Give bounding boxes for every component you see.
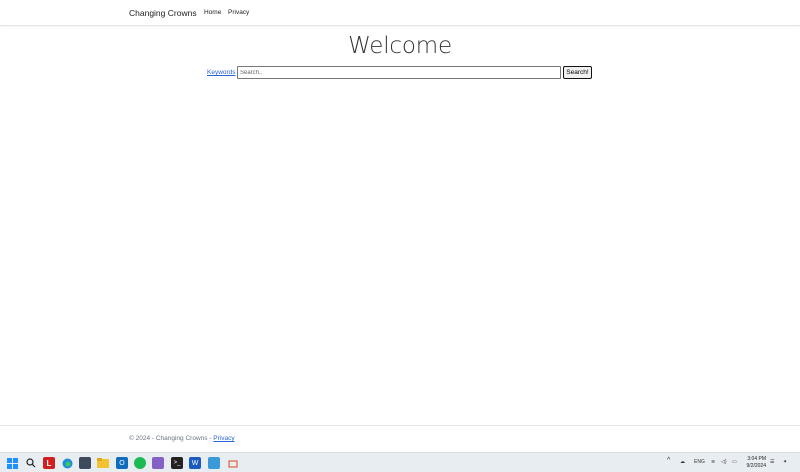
clock-date: 9/2/2024 [746, 463, 766, 469]
volume-icon[interactable]: ◁) [721, 459, 727, 465]
search-icon[interactable] [25, 457, 37, 469]
edge-icon[interactable] [61, 457, 73, 469]
outlook-icon[interactable]: O [116, 457, 128, 469]
battery-icon[interactable]: ▭ [732, 459, 737, 465]
taskbar: L O >_ W ^ ☁ ENG ≋ ◁) ▭ 3:04 PM 9/2/2024… [0, 452, 800, 472]
word-icon[interactable]: W [189, 457, 201, 469]
footer-text: © 2024 - Changing Crowns - Privacy [129, 435, 235, 442]
clock[interactable]: 3:04 PM 9/2/2024 [742, 456, 766, 470]
copilot-icon[interactable]: ✦ [783, 459, 787, 465]
chevron-up-icon[interactable]: ^ [667, 457, 670, 464]
snipping-tool-icon[interactable] [226, 457, 238, 469]
nav-home-link[interactable]: Home [204, 9, 221, 16]
page-title: Welcome [348, 33, 452, 59]
footer: © 2024 - Changing Crowns - Privacy [0, 425, 800, 451]
footer-copyright: © 2024 - Changing Crowns - [129, 435, 214, 442]
clock-time: 3:04 PM [747, 456, 766, 462]
notepad-icon[interactable] [208, 457, 220, 469]
visual-studio-icon[interactable] [152, 457, 164, 469]
brand-link[interactable]: Changing Crowns [129, 8, 197, 18]
spotify-icon[interactable] [134, 457, 146, 469]
onedrive-icon[interactable]: ☁ [680, 459, 685, 465]
wifi-icon[interactable]: ≋ [711, 459, 715, 465]
search-button[interactable]: Search! [563, 66, 592, 79]
windows-start-icon[interactable] [6, 457, 18, 469]
lastpass-icon[interactable]: L [43, 457, 55, 469]
footer-privacy-link[interactable]: Privacy [213, 435, 234, 442]
keywords-link[interactable]: Keywords [207, 69, 236, 76]
terminal-icon[interactable]: >_ [171, 457, 183, 469]
nav-privacy-link[interactable]: Privacy [228, 9, 249, 16]
language-indicator[interactable]: ENG [694, 459, 705, 465]
navbar: Changing Crowns Home Privacy [0, 0, 800, 26]
calculator-icon[interactable] [79, 457, 91, 469]
search-input[interactable] [237, 66, 561, 79]
notification-icon[interactable]: ☰ [770, 459, 774, 465]
file-explorer-icon[interactable] [97, 457, 109, 469]
